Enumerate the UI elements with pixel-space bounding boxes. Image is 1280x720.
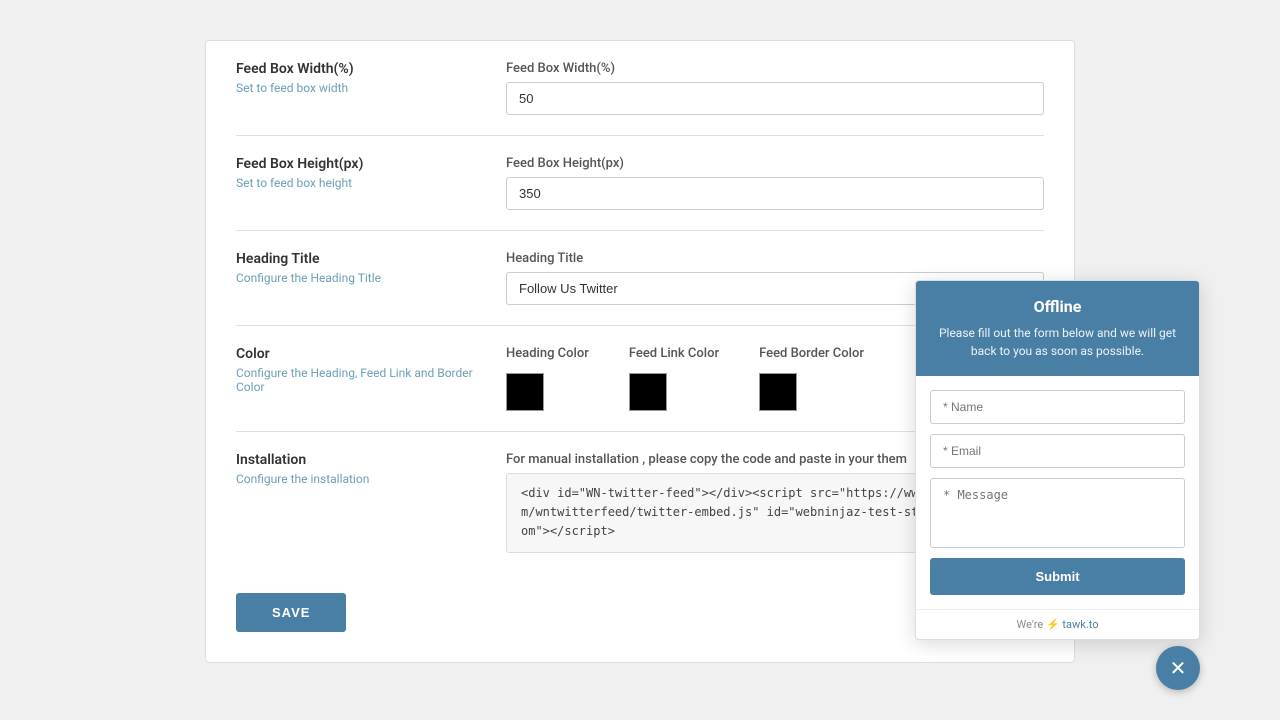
- feed-link-color-group: Feed Link Color: [629, 346, 719, 411]
- heading-title-left-desc: Configure the Heading Title: [236, 271, 486, 285]
- heading-color-swatch[interactable]: [506, 373, 544, 411]
- feed-link-color-swatch[interactable]: [629, 373, 667, 411]
- chat-footer: We're ⚡ tawk.to: [916, 609, 1199, 639]
- feed-box-width-title: Feed Box Width(%): [236, 61, 486, 77]
- chat-header: Offline Please fill out the form below a…: [916, 281, 1199, 376]
- close-icon: ✕: [1170, 656, 1187, 681]
- section-left-heading: Heading Title Configure the Heading Titl…: [236, 251, 486, 305]
- feed-box-height-section: Feed Box Height(px) Set to feed box heig…: [236, 136, 1044, 231]
- feed-box-height-input[interactable]: [506, 177, 1044, 210]
- chat-submit-button[interactable]: Submit: [930, 558, 1185, 595]
- feed-box-width-section: Feed Box Width(%) Set to feed box width …: [236, 41, 1044, 136]
- installation-desc: Configure the installation: [236, 472, 486, 486]
- chat-description: Please fill out the form below and we wi…: [934, 324, 1181, 360]
- feed-border-color-group: Feed Border Color: [759, 346, 864, 411]
- lightning-icon: ⚡: [1046, 618, 1060, 631]
- heading-title-field-label: Heading Title: [506, 251, 1044, 266]
- chat-footer-brand-link[interactable]: tawk.to: [1062, 618, 1098, 631]
- section-right-height: Feed Box Height(px): [506, 156, 1044, 210]
- feed-link-color-label: Feed Link Color: [629, 346, 719, 361]
- installation-title: Installation: [236, 452, 486, 468]
- chat-footer-text: We're: [1017, 618, 1044, 631]
- feed-border-color-swatch[interactable]: [759, 373, 797, 411]
- section-left-height: Feed Box Height(px) Set to feed box heig…: [236, 156, 486, 210]
- section-right: Feed Box Width(%): [506, 61, 1044, 115]
- chat-body: Submit: [916, 376, 1199, 609]
- feed-box-width-input[interactable]: [506, 82, 1044, 115]
- feed-box-height-title: Feed Box Height(px): [236, 156, 486, 172]
- chat-status: Offline: [934, 297, 1181, 316]
- save-button[interactable]: SAVE: [236, 593, 346, 632]
- chat-name-input[interactable]: [930, 390, 1185, 424]
- chat-widget: Offline Please fill out the form below a…: [915, 280, 1200, 640]
- heading-color-group: Heading Color: [506, 346, 589, 411]
- feed-border-color-label: Feed Border Color: [759, 346, 864, 361]
- feed-box-width-desc: Set to feed box width: [236, 81, 486, 95]
- chat-close-button[interactable]: ✕: [1156, 646, 1200, 690]
- section-left: Feed Box Width(%) Set to feed box width: [236, 61, 486, 115]
- section-left-color: Color Configure the Heading, Feed Link a…: [236, 346, 486, 411]
- heading-color-label: Heading Color: [506, 346, 589, 361]
- feed-box-height-desc: Set to feed box height: [236, 176, 486, 190]
- color-title: Color: [236, 346, 486, 362]
- color-desc: Configure the Heading, Feed Link and Bor…: [236, 366, 486, 394]
- heading-title-left-title: Heading Title: [236, 251, 486, 267]
- feed-box-height-field-label: Feed Box Height(px): [506, 156, 1044, 171]
- chat-message-input[interactable]: [930, 478, 1185, 548]
- section-left-installation: Installation Configure the installation: [236, 452, 486, 553]
- feed-box-width-field-label: Feed Box Width(%): [506, 61, 1044, 76]
- chat-email-input[interactable]: [930, 434, 1185, 468]
